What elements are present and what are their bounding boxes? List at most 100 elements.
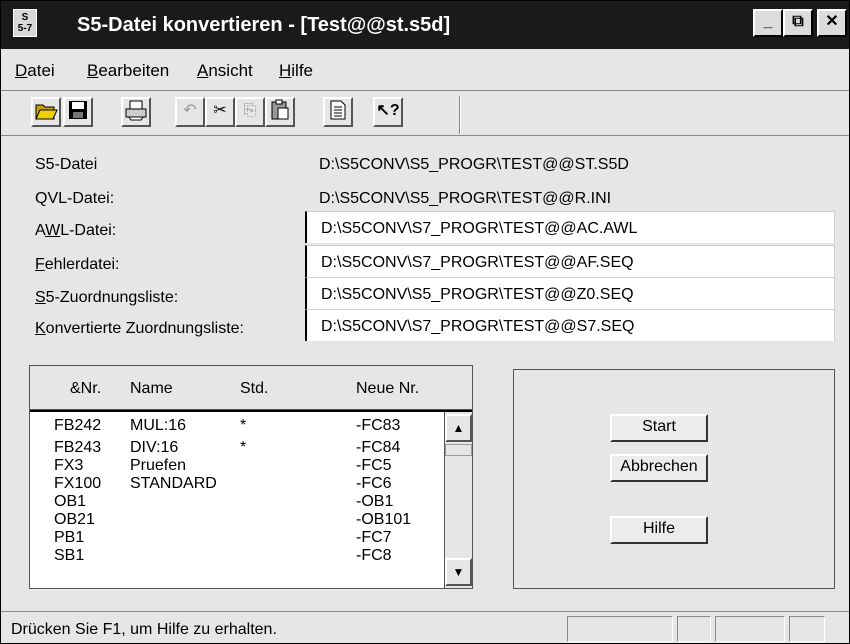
konv-label-mnemonic: K: [35, 320, 46, 337]
block-list[interactable]: &Nr. Name Std. Neue Nr. FB242 MUL:16 * -FC8…: [29, 365, 473, 589]
column-header-neue-nr[interactable]: Neue Nr.: [356, 379, 419, 399]
cell-nr: PB1: [54, 529, 85, 546]
konvertierte-zuordnungsliste-field[interactable]: D:\S5CONV\S7_PROGR\TEST@@S7.SEQ: [305, 309, 835, 341]
column-header-nr[interactable]: &Nr.: [70, 379, 101, 399]
menu-datei-label: atei: [27, 61, 55, 80]
undo-icon[interactable]: ↶: [175, 97, 205, 127]
cell-nr: FX3: [54, 457, 84, 474]
cell-neue-nr: -FC5: [356, 457, 392, 474]
list-header: &Nr. Name Std. Neue Nr.: [30, 366, 472, 410]
copy-icon[interactable]: ⎘: [235, 97, 265, 127]
status-text: Drücken Sie F1, um Hilfe zu erhalten.: [11, 621, 277, 638]
fehler-label-mnemonic: F: [35, 256, 45, 273]
print-icon[interactable]: [121, 97, 151, 127]
cell-nr: FB242: [54, 417, 102, 434]
menu-ansicht[interactable]: Ansicht: [197, 61, 253, 81]
cell-neue-nr: -FC84: [356, 439, 401, 456]
list-item[interactable]: FB242 MUL:16 * -FC83: [30, 416, 440, 436]
column-header-name[interactable]: Name: [130, 379, 173, 399]
s5-datei-value: D:\S5CONV\S5_PROGR\TEST@@ST.S5D: [319, 156, 629, 173]
s5-zuordnungsliste-label: S5-Zuordnungsliste:: [35, 288, 178, 308]
konvertierte-zuordnungsliste-value: D:\S5CONV\S7_PROGR\TEST@@S7.SEQ: [321, 318, 635, 335]
list-item[interactable]: OB1 -OB1: [30, 492, 440, 512]
scroll-thumb[interactable]: [445, 444, 472, 456]
cell-neue-nr: -FC6: [356, 475, 392, 492]
cell-nr: SB1: [54, 547, 85, 564]
open-folder-icon[interactable]: [31, 97, 61, 127]
awl-label-a: A: [35, 222, 46, 239]
abbrechen-button[interactable]: Abbrechen: [610, 454, 708, 482]
cell-nr: FX100: [54, 475, 102, 492]
action-panel: Start Abbrechen Hilfe: [513, 369, 835, 589]
start-button[interactable]: Start: [610, 414, 708, 442]
menu-hilfe[interactable]: Hilfe: [279, 61, 313, 81]
maximize-button[interactable]: ⧉: [783, 9, 813, 37]
list-item[interactable]: FX100 STANDARD -FC6: [30, 474, 440, 494]
cell-name: DIV:16: [130, 439, 179, 456]
toolbar-separator: [459, 96, 461, 134]
menu-bearbeiten-mnemonic: B: [87, 61, 99, 80]
minimize-button[interactable]: _: [753, 9, 783, 37]
scroll-up-icon[interactable]: ▲: [445, 414, 472, 442]
s5-zuordnungsliste-value: D:\S5CONV\S5_PROGR\TEST@@Z0.SEQ: [321, 286, 634, 303]
column-header-std[interactable]: Std.: [240, 379, 268, 399]
cut-icon[interactable]: ✂: [205, 97, 235, 127]
list-item[interactable]: PB1 -FC7: [30, 528, 440, 548]
menu-hilfe-label: ilfe: [291, 61, 314, 80]
s5z-label-rest: 5-Zuordnungsliste:: [45, 289, 179, 306]
list-item[interactable]: FX3 Pruefen -FC5: [30, 456, 440, 476]
s5-datei-label: S5-Datei: [35, 156, 98, 173]
konvertierte-zuordnungsliste-label: Konvertierte Zuordnungsliste:: [35, 319, 244, 339]
cell-neue-nr: -OB1: [356, 493, 394, 510]
menu-datei-mnemonic: D: [15, 61, 28, 80]
cell-neue-nr: -FC7: [356, 529, 392, 546]
list-item[interactable]: SB1 -FC8: [30, 546, 440, 566]
fehlerdatei-field[interactable]: D:\S5CONV\S7_PROGR\TEST@@AF.SEQ: [305, 245, 835, 277]
menu-ansicht-label: nsicht: [208, 61, 253, 80]
menu-bearbeiten[interactable]: Bearbeiten: [87, 61, 169, 81]
awl-label-mnemonic: W: [45, 222, 61, 239]
save-icon[interactable]: [63, 97, 93, 127]
list-item[interactable]: FB243 DIV:16 * -FC84: [30, 438, 440, 458]
menu-bearbeiten-label: earbeiten: [98, 61, 170, 80]
hilfe-button[interactable]: Hilfe: [610, 516, 708, 544]
cell-neue-nr: -FC83: [356, 417, 401, 434]
list-item[interactable]: OB21 -OB101: [30, 510, 440, 530]
status-pane: [715, 616, 785, 642]
window-title: S5-Datei konvertieren - [Test@@st.s5d]: [77, 14, 451, 36]
awl-label-rest: L-Datei:: [60, 222, 117, 239]
app-window: S 5-7 S5-Datei konvertieren - [Test@@st.s…: [0, 0, 850, 644]
cell-name: MUL:16: [130, 417, 187, 434]
awl-datei-field[interactable]: D:\S5CONV\S7_PROGR\TEST@@AC.AWL: [305, 211, 835, 243]
close-button[interactable]: ✕: [817, 9, 847, 37]
list-body[interactable]: FB242 MUL:16 * -FC83 FB243 DIV:16 * -FC84 FX3 P…: [30, 410, 472, 588]
fehler-label-rest: ehlerdatei:: [44, 256, 120, 273]
app-icon[interactable]: S 5-7: [13, 9, 37, 37]
qvl-datei-value: D:\S5CONV\S5_PROGR\TEST@@R.INI: [319, 190, 612, 207]
status-pane: [789, 616, 825, 642]
cell-neue-nr: -FC8: [356, 547, 392, 564]
fehlerdatei-label: Fehlerdatei:: [35, 255, 120, 275]
awl-datei-label: AWL-Datei:: [35, 221, 116, 241]
context-help-icon[interactable]: ↖?: [373, 97, 403, 127]
properties-icon[interactable]: [323, 97, 353, 127]
list-scrollbar[interactable]: ▲ ▼: [444, 412, 472, 588]
cell-nr: OB21: [54, 511, 95, 528]
cell-name: Pruefen: [130, 457, 187, 474]
status-pane: [677, 616, 711, 642]
status-bar: Drücken Sie F1, um Hilfe zu erhalten.: [1, 611, 849, 643]
cell-std: *: [240, 439, 247, 456]
paste-icon[interactable]: [265, 97, 295, 127]
conversion-form: S5-Datei D:\S5CONV\S5_PROGR\TEST@@ST.S5D…: [1, 141, 849, 601]
s5-zuordnungsliste-field[interactable]: D:\S5CONV\S5_PROGR\TEST@@Z0.SEQ: [305, 277, 835, 309]
title-bar[interactable]: S 5-7 S5-Datei konvertieren - [Test@@st.s…: [1, 1, 849, 49]
menu-hilfe-mnemonic: H: [279, 61, 292, 80]
toolbar: ↶ ✂ ⎘ ↖?: [1, 92, 849, 136]
menu-ansicht-mnemonic: A: [197, 61, 209, 80]
cell-nr: OB1: [54, 493, 87, 510]
cell-nr: FB243: [54, 439, 102, 456]
menu-bar: Datei Bearbeiten Ansicht Hilfe: [1, 51, 849, 91]
s5z-label-mnemonic: S: [35, 289, 46, 306]
scroll-down-icon[interactable]: ▼: [445, 558, 472, 586]
menu-datei[interactable]: Datei: [15, 61, 55, 81]
